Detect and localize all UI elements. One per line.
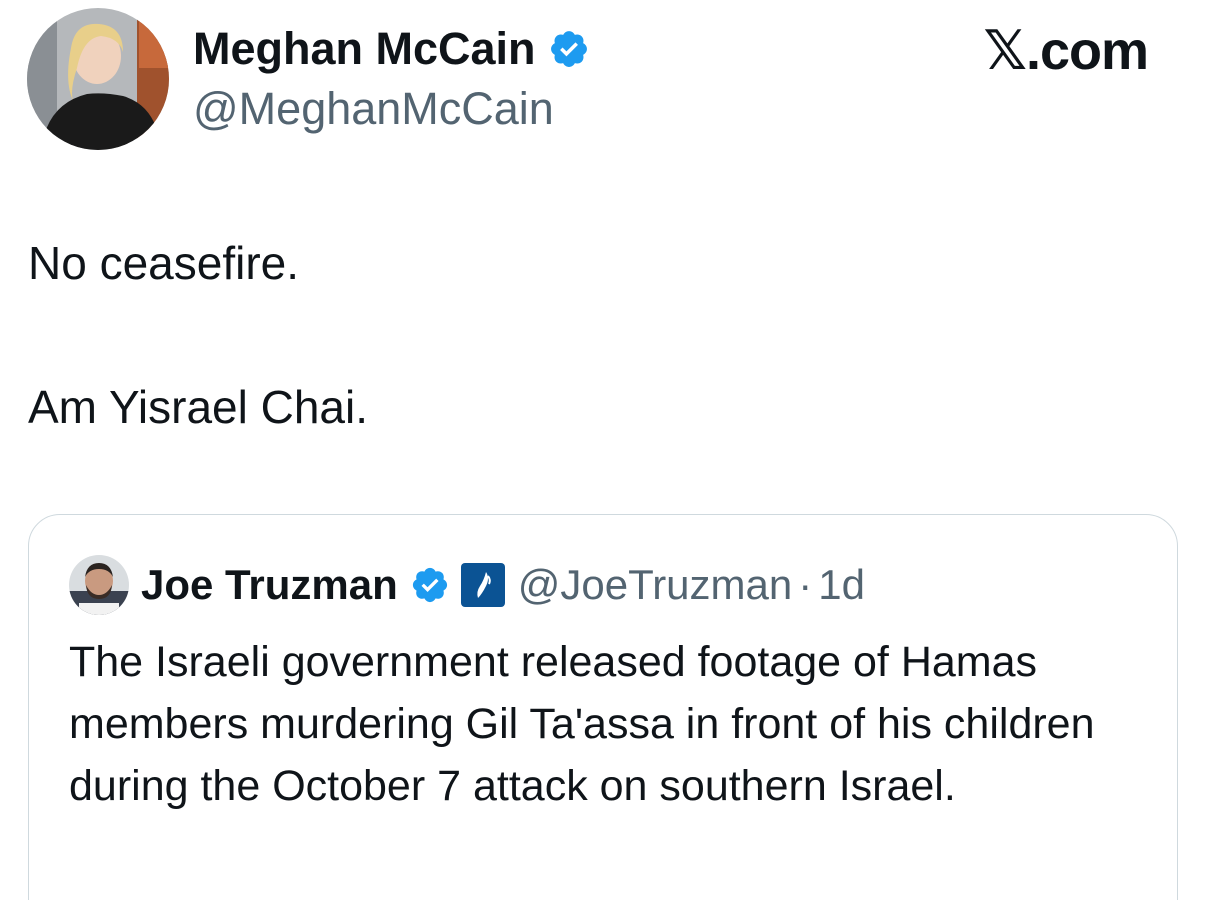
quoted-tweet-timestamp[interactable]: 1d bbox=[818, 557, 865, 613]
quoted-author-avatar[interactable] bbox=[69, 555, 129, 615]
tweet-text-line: Am Yisrael Chai. bbox=[28, 381, 369, 433]
quoted-author-avatar-image bbox=[69, 555, 129, 615]
quoted-tweet-header: Joe Truzman @JoeTruzman · 1d bbox=[69, 555, 865, 615]
quoted-tweet-text: The Israeli government released footage … bbox=[69, 638, 1095, 810]
verified-badge-icon bbox=[548, 28, 590, 70]
author-avatar-image bbox=[27, 8, 169, 150]
quoted-author-name[interactable]: Joe Truzman bbox=[141, 557, 398, 613]
author-handle[interactable]: @MeghanMcCain bbox=[193, 82, 554, 136]
org-affiliation-icon[interactable] bbox=[460, 562, 506, 608]
quoted-tweet-card[interactable]: Joe Truzman @JoeTruzman · 1d The Israeli… bbox=[28, 514, 1178, 900]
author-name[interactable]: Meghan McCain bbox=[193, 22, 536, 76]
x-logo: 𝕏.com bbox=[983, 21, 1149, 81]
verified-badge-icon bbox=[410, 565, 450, 605]
author-avatar[interactable] bbox=[27, 8, 169, 150]
separator-dot: · bbox=[798, 561, 813, 608]
quoted-author-handle[interactable]: @JoeTruzman bbox=[518, 557, 793, 613]
tweet-text-line: No ceasefire. bbox=[28, 237, 300, 289]
author-name-row[interactable]: Meghan McCain bbox=[193, 22, 590, 76]
